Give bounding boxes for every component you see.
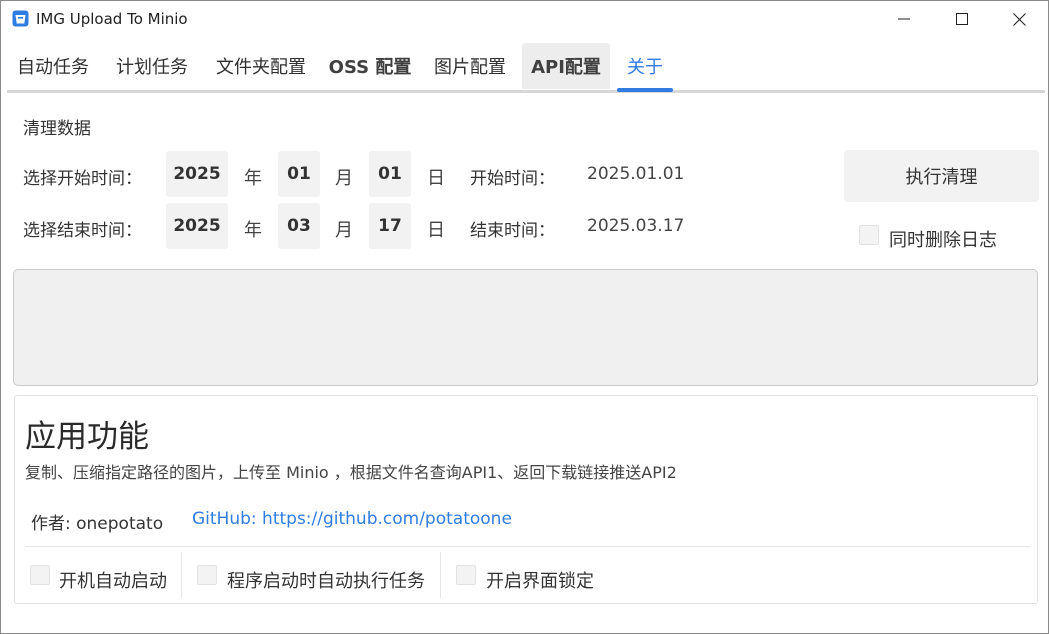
log-output-area[interactable] bbox=[13, 269, 1038, 386]
bucket-app-icon bbox=[12, 10, 29, 27]
title-bar: IMG Upload To Minio bbox=[1, 1, 1048, 37]
end-day-unit: 日 bbox=[427, 220, 445, 241]
end-month-unit: 月 bbox=[335, 220, 353, 241]
start-summary-value: 2025.01.01 bbox=[587, 164, 685, 184]
tab-bar: 自动任务 计划任务 文件夹配置 OSS 配置 图片配置 API配置 关于 bbox=[7, 43, 1045, 93]
start-summary-label: 开始时间： bbox=[470, 169, 555, 189]
maximize-button[interactable] bbox=[933, 1, 991, 37]
option-separator bbox=[440, 552, 441, 598]
delete-logs-label: 同时删除日志 bbox=[889, 230, 997, 251]
end-summary-value: 2025.03.17 bbox=[587, 216, 685, 236]
ui-lock-checkbox[interactable] bbox=[456, 565, 476, 585]
ui-lock-label: 开启界面锁定 bbox=[486, 571, 594, 592]
close-button[interactable] bbox=[990, 1, 1048, 37]
auto-run-task-label: 程序启动时自动执行任务 bbox=[227, 571, 425, 592]
autostart-checkbox[interactable] bbox=[30, 565, 50, 585]
minimize-button[interactable] bbox=[875, 1, 933, 37]
author-text: 作者: onepotato bbox=[31, 514, 164, 534]
clean-section-title: 清理数据 bbox=[23, 119, 91, 139]
start-day-unit: 日 bbox=[427, 168, 445, 189]
autostart-label: 开机自动启动 bbox=[59, 571, 167, 592]
option-separator bbox=[181, 552, 182, 598]
tab-image-config[interactable]: 图片配置 bbox=[425, 43, 515, 89]
github-link[interactable]: GitHub: https://github.com/potatoone bbox=[192, 509, 512, 529]
end-year-unit: 年 bbox=[244, 220, 262, 241]
start-year-input[interactable]: 2025 bbox=[166, 151, 228, 197]
start-day-input[interactable]: 01 bbox=[369, 151, 411, 197]
tab-divider bbox=[7, 90, 1045, 93]
tab-folder-config[interactable]: 文件夹配置 bbox=[207, 43, 315, 89]
about-title: 应用功能 bbox=[25, 419, 149, 455]
app-window: IMG Upload To Minio 自动任务 计划任务 文件夹配置 OSS … bbox=[0, 0, 1049, 634]
start-year-unit: 年 bbox=[244, 168, 262, 189]
active-tab-indicator bbox=[617, 88, 673, 92]
tab-auto-task[interactable]: 自动任务 bbox=[7, 43, 99, 89]
about-description: 复制、压缩指定路径的图片，上传至 Minio ，根据文件名查询API1、返回下载… bbox=[25, 463, 677, 482]
auto-run-task-checkbox[interactable] bbox=[197, 565, 217, 585]
start-month-unit: 月 bbox=[335, 168, 353, 189]
minimize-icon bbox=[898, 18, 910, 20]
maximize-icon bbox=[956, 13, 968, 25]
tab-about[interactable]: 关于 bbox=[617, 43, 673, 89]
delete-logs-checkbox[interactable] bbox=[859, 225, 879, 245]
end-summary-label: 结束时间： bbox=[470, 221, 555, 241]
execute-clean-button[interactable]: 执行清理 bbox=[844, 150, 1039, 202]
end-year-input[interactable]: 2025 bbox=[166, 203, 228, 249]
end-month-input[interactable]: 03 bbox=[278, 203, 320, 249]
start-month-input[interactable]: 01 bbox=[278, 151, 320, 197]
end-day-input[interactable]: 17 bbox=[369, 203, 411, 249]
divider bbox=[25, 546, 1030, 547]
window-title: IMG Upload To Minio bbox=[36, 10, 188, 28]
close-icon bbox=[1012, 12, 1026, 26]
end-time-label: 选择结束时间： bbox=[23, 221, 142, 241]
tab-scheduled-task[interactable]: 计划任务 bbox=[107, 43, 197, 89]
tab-oss-config[interactable]: OSS 配置 bbox=[325, 43, 415, 89]
tab-api-config[interactable]: API配置 bbox=[522, 43, 610, 89]
start-time-label: 选择开始时间： bbox=[23, 169, 142, 189]
